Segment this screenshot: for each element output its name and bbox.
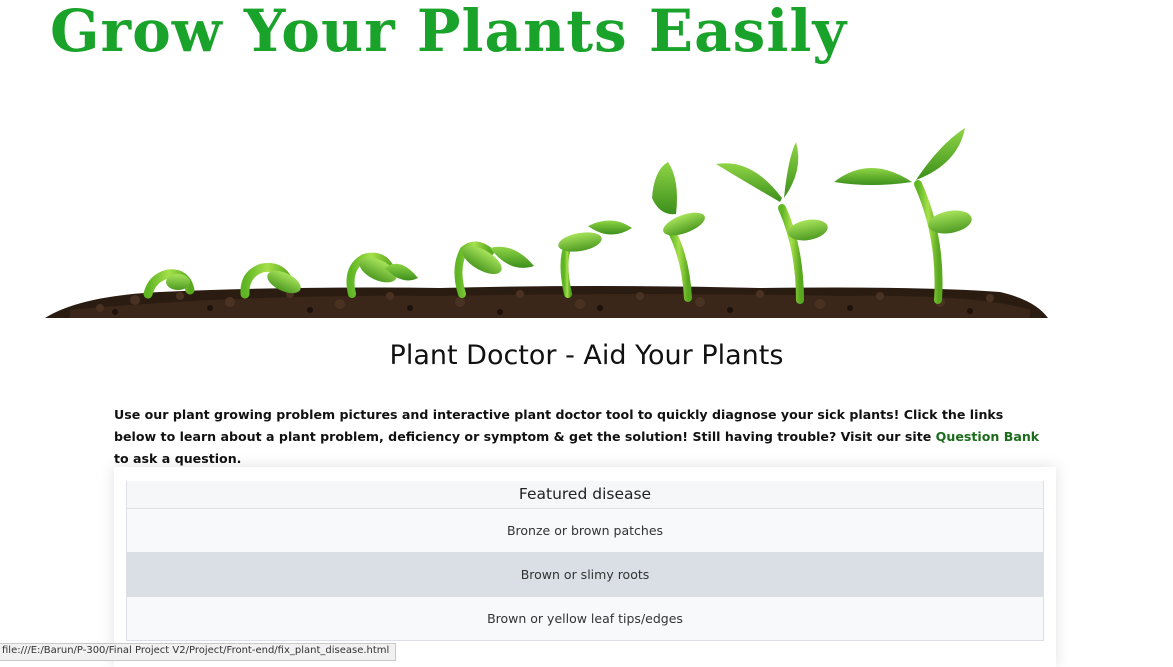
intro-text-after-link: to ask a question. <box>114 451 242 466</box>
question-bank-link[interactable]: Question Bank <box>936 429 1040 444</box>
page-title: Plant Doctor - Aid Your Plants <box>389 340 784 371</box>
intro-text-before-link: Use our plant growing problem pictures a… <box>114 407 1004 444</box>
featured-disease-header: Featured disease <box>127 481 1043 509</box>
brand-title: Grow Your Plants Easily <box>50 0 848 65</box>
status-bar-url: file:///E:/Barun/P-300/Final Project V2/… <box>0 643 397 661</box>
disease-item-brown-slimy-roots[interactable]: Brown or slimy roots <box>127 553 1043 597</box>
disease-item-brown-yellow-leaf-tips[interactable]: Brown or yellow leaf tips/edges <box>127 597 1043 641</box>
disease-item-bronze-brown-patches[interactable]: Bronze or brown patches <box>127 509 1043 553</box>
featured-disease-card: Featured disease Bronze or brown patches… <box>114 467 1056 667</box>
intro-text: Use our plant growing problem pictures a… <box>114 404 1044 470</box>
seedling-growth-stages-image <box>40 118 1055 323</box>
featured-disease-list: Featured disease Bronze or brown patches… <box>126 481 1044 641</box>
